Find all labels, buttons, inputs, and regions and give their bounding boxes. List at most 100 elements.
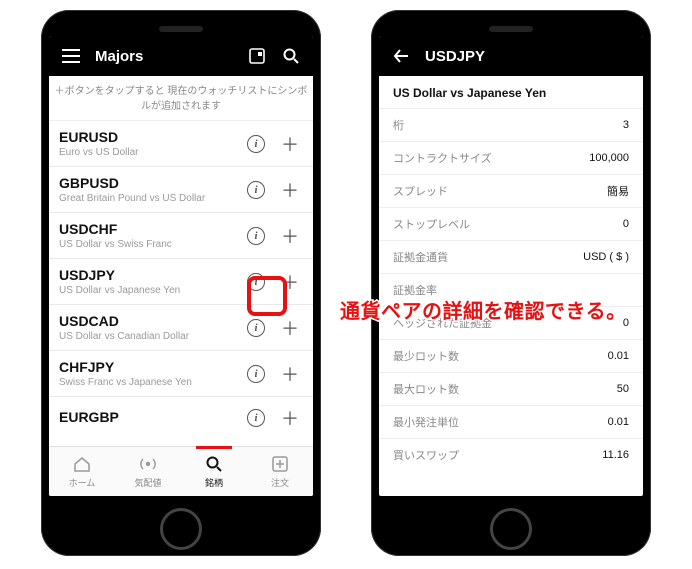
tab-quotes[interactable]: 気配値 [115,447,181,496]
detail-row: ストップレベル 0 [379,207,643,240]
info-icon: i [247,409,265,427]
phone-home-button[interactable] [490,508,532,550]
back-icon[interactable] [391,46,411,66]
detail-value: 11.16 [602,449,629,461]
detail-label: ストップレベル [393,216,470,232]
symbol: USDCHF [59,221,235,237]
detail-value: 50 [617,383,629,395]
symbol-desc: US Dollar vs Japanese Yen [59,285,235,296]
info-icon: i [247,135,265,153]
detail-row: 最少ロット数 0.01 [379,339,643,372]
detail-row: 最小発注単位 0.01 [379,405,643,438]
info-button[interactable]: i [243,315,269,341]
symbol-desc: US Dollar vs Canadian Dollar [59,331,235,342]
detail-label: 最小発注単位 [393,414,459,430]
tab-label: 注文 [271,476,289,489]
symbol-desc: US Dollar vs Swiss Franc [59,239,235,250]
tab-label: 気配値 [134,476,161,489]
symbol-list: EURUSD Euro vs US Dollar i ＋ GBPUSD Grea… [49,121,313,446]
detail-value: 0 [623,218,629,230]
symbol: EURUSD [59,129,235,145]
detail-row: 証拠金通貨 USD ( $ ) [379,240,643,273]
tab-symbols[interactable]: 銘柄 [181,447,247,496]
info-icon: i [247,273,265,291]
symbol: USDCAD [59,313,235,329]
detail-value: 100,000 [589,152,629,164]
info-icon: i [247,365,265,383]
list-item[interactable]: USDJPY US Dollar vs Japanese Yen i ＋ [49,259,313,305]
detail-label: 証拠金通貨 [393,249,448,265]
symbol-desc: Great Britain Pound vs US Dollar [59,193,235,204]
screen-right: USDJPY US Dollar vs Japanese Yen 桁 3 コント… [379,36,643,496]
add-button[interactable]: ＋ [277,361,303,387]
list-item[interactable]: EURGBP i ＋ [49,397,313,439]
add-button[interactable]: ＋ [277,223,303,249]
phone-earpiece [489,26,533,32]
detail-row: 最大ロット数 50 [379,372,643,405]
list-item[interactable]: USDCHF US Dollar vs Swiss Franc i ＋ [49,213,313,259]
info-icon: i [247,319,265,337]
info-button[interactable]: i [243,223,269,249]
phone-left: Majors ＋ボタンをタップすると 現在のウォッチリストにシンボルが追加されま… [41,10,321,556]
tab-label: ホーム [69,476,96,489]
detail-label: 最大ロット数 [393,381,459,397]
info-button[interactable]: i [243,177,269,203]
detail-value: 3 [623,119,629,131]
add-button[interactable]: ＋ [277,269,303,295]
info-button[interactable]: i [243,269,269,295]
symbol: USDJPY [59,267,235,283]
add-button[interactable]: ＋ [277,315,303,341]
list-item[interactable]: EURUSD Euro vs US Dollar i ＋ [49,121,313,167]
detail-value: 簡易 [607,183,629,199]
detail-row: 桁 3 [379,108,643,141]
add-hint-text: ＋ボタンをタップすると 現在のウォッチリストにシンボルが追加されます [49,76,313,121]
tab-home[interactable]: ホーム [49,447,115,496]
add-button[interactable]: ＋ [277,405,303,431]
detail-row: コントラクトサイズ 100,000 [379,141,643,174]
bottom-tabs: ホーム 気配値 銘柄 [49,446,313,496]
detail-label: コントラクトサイズ [393,150,492,166]
detail-row: 買いスワップ 11.16 [379,438,643,471]
detail-value: 0.01 [608,416,629,428]
detail-label: 最少ロット数 [393,348,459,364]
search-icon[interactable] [281,46,301,66]
symbol-desc: Euro vs US Dollar [59,147,235,158]
tab-orders[interactable]: 注文 [247,447,313,496]
symbol-desc: Swiss Franc vs Japanese Yen [59,377,235,388]
info-button[interactable]: i [243,131,269,157]
info-icon: i [247,181,265,199]
list-item[interactable]: GBPUSD Great Britain Pound vs US Dollar … [49,167,313,213]
plus-box-icon [270,454,290,474]
phone-right: USDJPY US Dollar vs Japanese Yen 桁 3 コント… [371,10,651,556]
magnifier-icon [204,454,224,474]
active-indicator [196,446,232,449]
home-icon [72,454,92,474]
window-icon[interactable] [247,46,267,66]
screen-left: Majors ＋ボタンをタップすると 現在のウォッチリストにシンボルが追加されま… [49,36,313,496]
topbar-right: USDJPY [379,36,643,76]
page-title: Majors [95,48,233,65]
info-icon: i [247,227,265,245]
symbol: EURGBP [59,409,235,425]
page-title: USDJPY [425,48,631,65]
detail-label: 買いスワップ [393,447,459,463]
detail-subtitle: US Dollar vs Japanese Yen [379,76,643,108]
detail-value: USD ( $ ) [583,251,629,263]
phone-earpiece [159,26,203,32]
info-button[interactable]: i [243,361,269,387]
list-item[interactable]: USDCAD US Dollar vs Canadian Dollar i ＋ [49,305,313,351]
add-button[interactable]: ＋ [277,177,303,203]
add-button[interactable]: ＋ [277,131,303,157]
detail-label: スプレッド [393,183,448,199]
list-item[interactable]: CHFJPY Swiss Franc vs Japanese Yen i ＋ [49,351,313,397]
topbar-left: Majors [49,36,313,76]
phone-home-button[interactable] [160,508,202,550]
detail-value: 0.01 [608,350,629,362]
detail-label: 桁 [393,117,404,133]
detail-row: スプレッド 簡易 [379,174,643,207]
radio-icon [138,454,158,474]
tab-label: 銘柄 [205,476,223,489]
annotation-text: 通貨ペアの詳細を確認できる。 [340,295,627,324]
hamburger-icon[interactable] [61,46,81,66]
info-button[interactable]: i [243,405,269,431]
